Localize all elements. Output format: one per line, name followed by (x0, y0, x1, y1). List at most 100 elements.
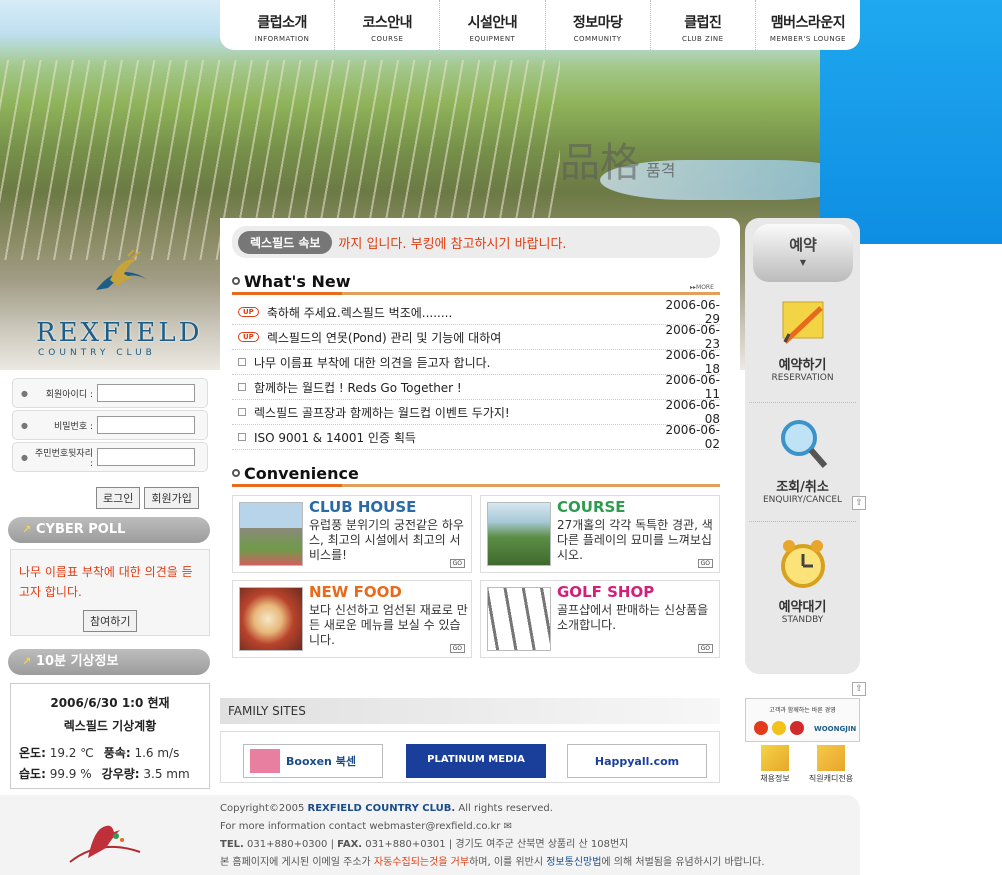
top-navigation: 클럽소개 INFORMATION 코스안내 COURSE 시설안내 EQUIPMENT… (220, 0, 860, 50)
bullet-icon: ● (21, 388, 28, 398)
card-golf-shop[interactable]: GOLF SHOP 골프샵에서 판매하는 신상품을 소개합니다. GO (480, 580, 720, 658)
family-site-happyall[interactable]: Happyall.com (567, 744, 707, 778)
hero-watermark: 品格 품격 (560, 140, 676, 186)
nav-item-information[interactable]: 클럽소개 INFORMATION (230, 0, 336, 50)
id-label: 회원아이디 : (45, 389, 93, 400)
logo-subtitle: COUNTRY CLUB (38, 348, 156, 358)
go-button[interactable]: GO (449, 559, 465, 568)
login-button[interactable]: 로그인 (96, 487, 141, 509)
weather-station: 렉스필드 기상계황 (63, 719, 157, 733)
new-food-image (239, 587, 303, 651)
weather-header: ↗ 10분 기상정보 (8, 649, 210, 675)
reservation-make[interactable]: 예약하기 RESERVATION (745, 294, 860, 383)
page: 品格 품격 클럽소개 INFORMATION 코스안내 COURSE 시설안내 EQUI… (0, 0, 1002, 875)
ticker-text[interactable]: 까지 입니다. 부킹에 참고하시기 바랍니다. (338, 233, 566, 252)
humidity-value: 99.9 % (49, 767, 92, 781)
nav-item-equipment[interactable]: 시설안내 EQUIPMENT (440, 0, 546, 50)
wind-value: 1.6 m/s (134, 746, 180, 760)
sky-panel-cap (860, 244, 1002, 274)
logo-wordmark[interactable]: REXFIELD (36, 318, 202, 348)
card-club-house[interactable]: CLUB HOUSE 유럽풍 분위기의 궁전같은 하우스, 최고의 시설에서 최… (232, 495, 472, 573)
deer-logo-icon (96, 250, 148, 290)
join-button[interactable]: 회원가입 (144, 487, 199, 509)
list-item[interactable]: 나무 이름표 부착에 대한 의견을 듣고자 합니다. 2006-06-18 (232, 348, 720, 376)
go-button[interactable]: GO (449, 644, 465, 653)
reservation-button[interactable]: 예약 ▼ (753, 224, 853, 282)
caddie-icon (817, 745, 845, 771)
email-notice: 본 홈페이지에 게시된 이메일 주소가 자동수집되는것을 거부하며, 이를 위반… (220, 857, 765, 868)
list-item[interactable]: ISO 9001 & 14001 인증 획득 2006-06-02 (232, 423, 720, 451)
news-list: UP 축하해 주세요.렉스필드 벅조에........ 2006-06-29 UP 렉… (232, 298, 720, 451)
poll-question: 나무 이름표 부착에 대한 의견을 듣고자 합니다. (19, 565, 193, 599)
card-course[interactable]: COURSE 27개홀의 각각 독특한 경관, 색다른 플레이의 묘미를 느껴보… (480, 495, 720, 573)
family-sites-box: Booxen 북센 PLATINUM MEDIA Happyall.com (220, 731, 720, 783)
ticker-badge: 렉스필드 속보 (238, 230, 333, 254)
family-site-booxen[interactable]: Booxen 북센 (243, 744, 383, 778)
divider (749, 521, 856, 522)
alarm-clock-icon (775, 536, 831, 592)
go-button[interactable]: GO (697, 644, 713, 653)
list-item[interactable]: UP 축하해 주세요.렉스필드 벅조에........ 2006-06-29 (232, 298, 720, 326)
arrow-icon: ↗ (22, 523, 32, 536)
mail-icon: ✉ (503, 821, 512, 832)
pencil-note-icon (775, 294, 831, 350)
nav-item-course[interactable]: 코스안내 COURSE (335, 0, 441, 50)
nav-item-community[interactable]: 정보마당 COMMUNITY (546, 0, 651, 50)
reservation-standby[interactable]: 예약대기 STANDBY (745, 536, 860, 625)
caddie-link[interactable]: 직원캐디전용 (806, 745, 856, 784)
poll-box: 나무 이름표 부착에 대한 의견을 듣고자 합니다. 참여하기 (10, 549, 210, 636)
nav-item-members-lounge[interactable]: 맴버스라운지 MEMBER'S LOUNGE (756, 0, 860, 50)
reservation-enquiry[interactable]: 조회/취소 ENQUIRY/CANCEL (745, 416, 860, 505)
temperature-value: 19.2 ℃ (49, 746, 94, 760)
course-image (487, 502, 551, 566)
whats-new-title: What's New (232, 272, 351, 291)
recruit-icon (761, 745, 789, 771)
member-id-input[interactable] (97, 384, 195, 402)
contact-line[interactable]: For more information contact webmaster@r… (220, 818, 850, 836)
traffic-light-icon (754, 721, 804, 735)
divider (749, 402, 856, 403)
club-house-image (239, 502, 303, 566)
password-label: 비밀번호 : (53, 421, 93, 432)
address-line: TEL. 031+880+0300 | FAX. 031+880+0301 | … (220, 839, 629, 850)
rain-value: 3.5 mm (143, 767, 190, 781)
list-item[interactable]: 함께하는 월드컵 ! Reds Go Together ! 2006-06-11 (232, 373, 720, 401)
scroll-top-icon[interactable]: ⇧ (852, 682, 866, 696)
recruit-link[interactable]: 채용정보 (750, 745, 800, 784)
main-content-panel: 렉스필드 속보 까지 입니다. 부킹에 참고하시기 바랍니다. What's N… (220, 218, 740, 673)
nav-item-club-zine[interactable]: 클럽진 CLUB ZINE (651, 0, 756, 50)
login-buttons: 로그인 회원가입 (96, 487, 199, 509)
up-badge: UP (238, 332, 259, 342)
list-item[interactable]: 렉스필드 골프장과 함께하는 월드컵 이벤트 두가지! 2006-06-08 (232, 398, 720, 426)
reservation-panel: 예약 ▼ 예약하기 RESERVATION 조회/취소 ENQUIRY/CANCEL … (745, 218, 860, 674)
family-sites-header: FAMILY SITES (220, 698, 720, 724)
family-site-platinum[interactable]: PLATINUM MEDIA (406, 744, 546, 778)
footer-deer-logo-icon (69, 825, 141, 863)
bullet-icon (238, 358, 246, 366)
section-divider (232, 292, 720, 295)
weather-datetime: 2006/6/30 1:0 현재 (50, 696, 170, 710)
woongjin-banner[interactable]: 고객과 함께하는 바른 경영 WOONGJIN (745, 698, 860, 742)
go-button[interactable]: GO (697, 559, 713, 568)
footer-info: Copyright©2005 REXFIELD COUNTRY CLUB. Al… (220, 800, 850, 872)
login-form: ● 회원아이디 : ● 비밀번호 : ● 주민번호뒷자리 : (12, 378, 208, 472)
more-link[interactable]: ▸▸MORE (690, 284, 714, 291)
book-icon (250, 749, 280, 773)
poll-participate-button[interactable]: 참여하기 (83, 610, 138, 632)
card-new-food[interactable]: NEW FOOD 보다 신선하고 엄선된 재료로 만든 새로운 메뉴를 보실 수… (232, 580, 472, 658)
cyber-poll-header: ↗ CYBER POLL (8, 517, 210, 543)
scroll-top-icon[interactable]: ⇧ (852, 496, 866, 510)
bullet-icon (238, 408, 246, 416)
weather-box: 2006/6/30 1:0 현재 렉스필드 기상계황 온도: 19.2 ℃ 풍속:… (10, 683, 210, 789)
jumin-label: 주민번호뒷자리 : (35, 448, 93, 469)
bullet-icon (238, 433, 246, 441)
magnifier-icon (775, 416, 831, 472)
bullet-icon (238, 383, 246, 391)
bullet-icon: ● (21, 452, 28, 462)
caret-down-icon: ▼ (799, 258, 807, 267)
list-item[interactable]: UP 렉스필드의 연못(Pond) 관리 및 기능에 대하여 2006-06-23 (232, 323, 720, 351)
jumin-input[interactable] (97, 448, 195, 466)
copyright: Copyright©2005 REXFIELD COUNTRY CLUB. Al… (220, 803, 553, 814)
password-input[interactable] (97, 416, 195, 434)
news-ticker[interactable]: 렉스필드 속보 까지 입니다. 부킹에 참고하시기 바랍니다. (232, 226, 720, 258)
